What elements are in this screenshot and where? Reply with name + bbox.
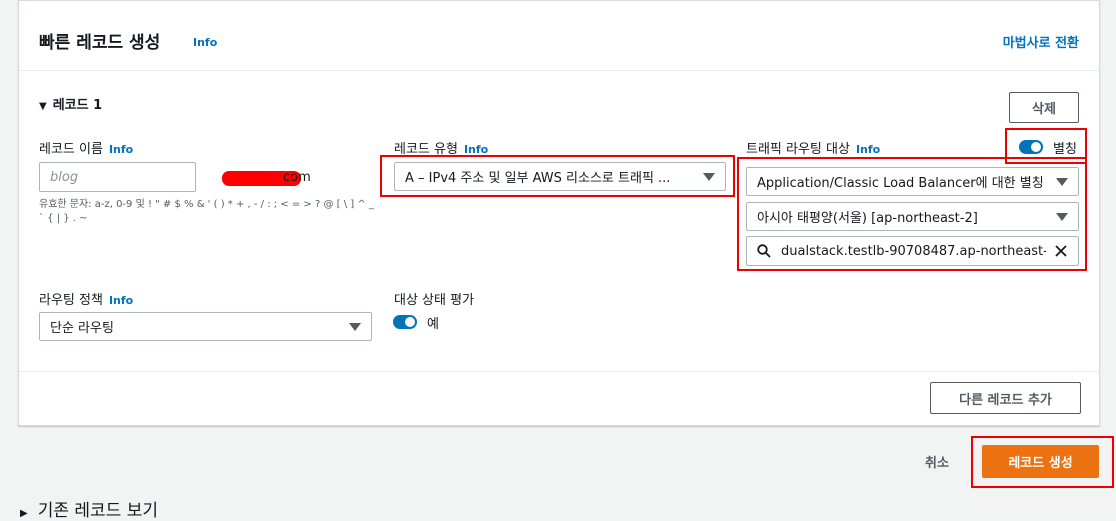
switch-to-wizard-link[interactable]: 마법사로 전환 — [1003, 32, 1079, 51]
routing-policy-select[interactable]: 단순 라우팅 — [39, 312, 372, 341]
view-existing-records-label: 기존 레코드 보기 — [37, 501, 158, 521]
routing-policy-value: 단순 라우팅 — [50, 321, 114, 336]
highlight-alias-target — [737, 157, 1087, 271]
cancel-button[interactable]: 취소 — [925, 452, 949, 471]
panel-header: 빠른 레코드 생성 Info 마법사로 전환 — [19, 1, 1099, 71]
highlight-record-type — [380, 155, 735, 197]
record-name-info-link[interactable]: Info — [109, 143, 133, 156]
routing-policy-label: 라우팅 정책 Info — [39, 289, 133, 308]
record-name-placeholder: blog — [50, 169, 79, 185]
record-name-input[interactable]: blog — [39, 162, 196, 192]
record-name-hint: 유효한 문자: a-z, 0-9 및 ! " # $ % & ' ( ) * +… — [39, 199, 374, 224]
routing-policy-info-link[interactable]: Info — [109, 294, 133, 307]
divider — [19, 371, 1099, 372]
highlight-create-button — [971, 436, 1114, 488]
page-title: 빠른 레코드 생성 — [39, 33, 161, 53]
domain-suffix: com — [283, 170, 311, 185]
record-name-label-text: 레코드 이름 — [39, 142, 103, 157]
toggle-knob — [405, 317, 415, 327]
routing-policy-label-text: 라우팅 정책 — [39, 293, 103, 308]
quick-create-panel: 빠른 레코드 생성 Info 마법사로 전환 ▼ 레코드 1 삭제 레코드 이름 I… — [18, 0, 1100, 426]
view-existing-records-toggle[interactable]: ▶ 기존 레코드 보기 — [20, 496, 158, 521]
health-eval-toggle-label: 예 — [427, 317, 439, 332]
record-section-toggle[interactable]: ▼ 레코드 1 — [39, 94, 102, 113]
routing-target-label: 트래픽 라우팅 대상 Info — [746, 138, 880, 157]
health-eval-toggle[interactable] — [393, 315, 417, 329]
routing-target-info-link[interactable]: Info — [856, 143, 880, 156]
caret-down-icon — [349, 322, 361, 331]
delete-button[interactable]: 삭제 — [1009, 92, 1079, 123]
title-info-link[interactable]: Info — [193, 36, 217, 49]
routing-target-label-text: 트래픽 라우팅 대상 — [746, 142, 850, 157]
record-name-label: 레코드 이름 Info — [39, 138, 133, 157]
record-title: 레코드 1 — [52, 98, 103, 113]
caret-down-icon: ▼ — [39, 101, 47, 112]
add-another-record-button[interactable]: 다른 레코드 추가 — [930, 382, 1081, 414]
health-eval-label: 대상 상태 평가 — [394, 293, 475, 308]
